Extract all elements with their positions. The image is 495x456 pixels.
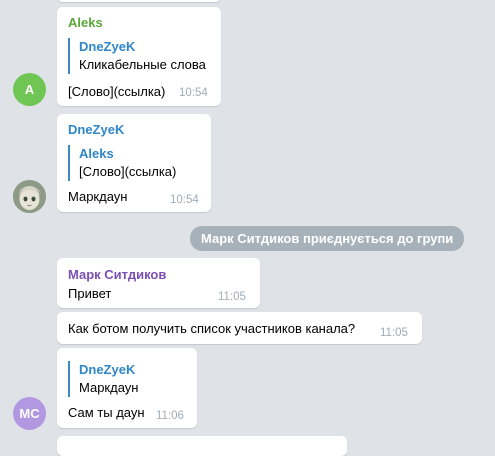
service-message-join: Марк Ситдиков приєднується до групи bbox=[190, 226, 465, 251]
message-bubble-previous[interactable] bbox=[57, 0, 221, 2]
avatar-mark[interactable]: MC bbox=[13, 397, 46, 430]
message-text: Маркдаун bbox=[68, 189, 128, 204]
reply-text: [Слово](ссылка) bbox=[79, 164, 177, 179]
reply-sender-name: DneZyeK bbox=[79, 362, 136, 377]
avatar-aleks[interactable]: A bbox=[13, 73, 46, 106]
reply-text: Кликабельные слова bbox=[79, 57, 206, 72]
message-time: 10:54 bbox=[170, 194, 199, 206]
message-time: 11:05 bbox=[380, 327, 408, 339]
message-bubble-dnezyek[interactable]: DneZyeK Aleks [Слово](ссылка) Маркдаун 1… bbox=[57, 114, 211, 212]
sender-name[interactable]: Марк Ситдиков bbox=[68, 267, 166, 282]
avatar-dnezyek[interactable] bbox=[13, 180, 46, 213]
message-bubble-aleks[interactable]: Aleks DneZyeK Кликабельные слова [Слово]… bbox=[57, 7, 221, 106]
sender-name[interactable]: DneZyeK bbox=[68, 122, 124, 137]
reply-sender-name: Aleks bbox=[79, 146, 114, 161]
message-bubble-mark-2[interactable]: Как ботом получить список участников кан… bbox=[57, 312, 422, 344]
message-bubble-mark-1[interactable]: Марк Ситдиков Привет 11:05 bbox=[57, 258, 260, 308]
anime-face-avatar-icon bbox=[13, 180, 46, 213]
message-time: 10:54 bbox=[179, 87, 208, 99]
reply-quote[interactable]: DneZyeK Маркдаун bbox=[68, 361, 138, 397]
reply-quote[interactable]: Aleks [Слово](ссылка) bbox=[68, 145, 176, 181]
message-text: Привет bbox=[68, 286, 112, 301]
message-bubble-next[interactable] bbox=[57, 436, 347, 456]
message-time: 11:05 bbox=[218, 291, 246, 303]
reply-text: Маркдаун bbox=[79, 380, 139, 395]
sender-name[interactable]: Aleks bbox=[68, 15, 103, 30]
message-text: Как ботом получить список участников кан… bbox=[68, 321, 356, 336]
message-bubble-mark-3[interactable]: DneZyeK Маркдаун Сам ты даун 11:06 bbox=[57, 348, 197, 428]
reply-quote[interactable]: DneZyeK Кликабельные слова bbox=[68, 38, 206, 74]
message-text: [Слово](ссылка) bbox=[68, 84, 166, 99]
reply-sender-name: DneZyeK bbox=[79, 39, 136, 54]
message-text: Сам ты даун bbox=[68, 405, 145, 420]
message-time: 11:06 bbox=[156, 410, 184, 422]
